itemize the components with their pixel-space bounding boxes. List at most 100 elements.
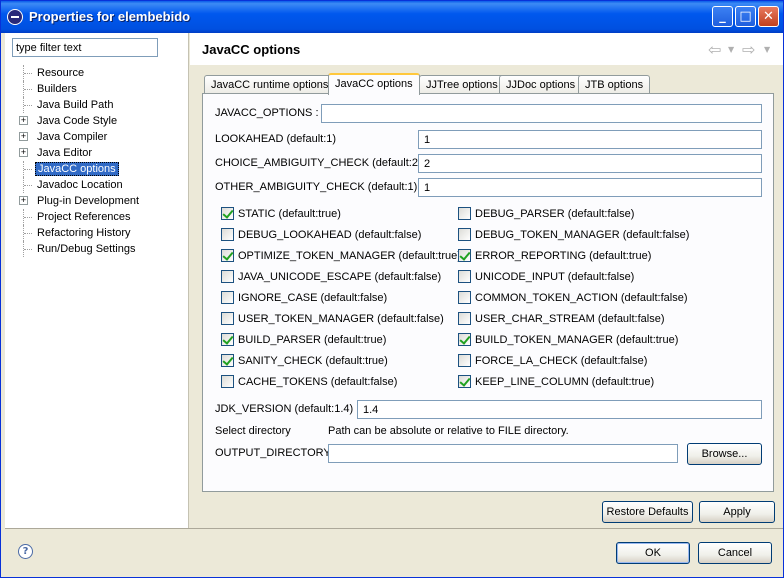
select-directory-label: Select directory: [215, 425, 291, 437]
eclipse-icon: [7, 9, 23, 25]
page-title: JavaCC options: [202, 42, 301, 57]
choice-ambiguity-label: CHOICE_AMBIGUITY_CHECK (default:2): [215, 157, 422, 169]
footer-separator: [5, 528, 783, 529]
tab-javacc-options[interactable]: JavaCC options: [328, 73, 420, 95]
ok-button[interactable]: OK: [616, 542, 690, 564]
checkbox-label: USER_TOKEN_MANAGER (default:false): [238, 313, 444, 325]
expand-icon[interactable]: +: [19, 132, 28, 141]
tree-item-label: Java Build Path: [37, 99, 114, 111]
checkbox-user-char-stream[interactable]: USER_CHAR_STREAM (default:false): [458, 312, 665, 328]
expand-icon[interactable]: +: [19, 196, 28, 205]
checkbox-build-parser[interactable]: BUILD_PARSER (default:true): [221, 333, 386, 349]
tree-item-plug-in-development[interactable]: + Plug-in Development: [5, 193, 189, 209]
lookahead-field[interactable]: [418, 130, 762, 149]
forward-arrow-icon[interactable]: ⇨: [742, 40, 755, 59]
checkbox-optimize-token-manager[interactable]: OPTIMIZE_TOKEN_MANAGER (default:true): [221, 249, 461, 265]
back-dropdown-icon[interactable]: ▼: [728, 45, 734, 54]
unchecked-box-icon[interactable]: [458, 312, 471, 325]
tree-connector: [24, 73, 32, 74]
checkbox-common-token-action[interactable]: COMMON_TOKEN_ACTION (default:false): [458, 291, 688, 307]
tab-javacc-runtime-options[interactable]: JavaCC runtime options: [204, 75, 336, 94]
checkbox-label: BUILD_TOKEN_MANAGER (default:true): [475, 334, 679, 346]
checkbox-sanity-check[interactable]: SANITY_CHECK (default:true): [221, 354, 388, 370]
unchecked-box-icon[interactable]: [221, 291, 234, 304]
jdk-version-field[interactable]: [357, 400, 762, 419]
maximize-button[interactable]: □: [735, 6, 756, 27]
checked-box-icon[interactable]: [221, 333, 234, 346]
checked-box-icon[interactable]: [221, 207, 234, 220]
checked-box-icon[interactable]: [221, 354, 234, 367]
checkbox-label: ERROR_REPORTING (default:true): [475, 250, 652, 262]
tree-item-java-build-path[interactable]: Java Build Path: [5, 97, 189, 113]
tree-item-label: Run/Debug Settings: [37, 243, 136, 255]
tree-item-label: Java Compiler: [37, 131, 108, 143]
tree-item-java-compiler[interactable]: + Java Compiler: [5, 129, 189, 145]
checkbox-label: COMMON_TOKEN_ACTION (default:false): [475, 292, 688, 304]
help-icon[interactable]: ?: [18, 544, 33, 559]
tree-item-run-debug-settings[interactable]: Run/Debug Settings: [5, 241, 189, 257]
choice-ambiguity-field[interactable]: [418, 154, 762, 173]
tree-item-javacc-options[interactable]: JavaCC options: [5, 161, 189, 177]
checkbox-cache-tokens[interactable]: CACHE_TOKENS (default:false): [221, 375, 397, 391]
checkbox-debug-parser[interactable]: DEBUG_PARSER (default:false): [458, 207, 634, 223]
tree-item-label: Project References: [37, 211, 131, 223]
output-directory-field[interactable]: [328, 444, 678, 463]
unchecked-box-icon[interactable]: [458, 291, 471, 304]
tab-jjtree-options[interactable]: JJTree options: [419, 75, 505, 94]
checkbox-keep-line-column[interactable]: KEEP_LINE_COLUMN (default:true): [458, 375, 654, 391]
checkbox-force-la-check[interactable]: FORCE_LA_CHECK (default:false): [458, 354, 647, 370]
checkbox-debug-token-manager[interactable]: DEBUG_TOKEN_MANAGER (default:false): [458, 228, 689, 244]
unchecked-box-icon[interactable]: [221, 375, 234, 388]
unchecked-box-icon[interactable]: [458, 354, 471, 367]
back-arrow-icon[interactable]: ⇦: [708, 40, 721, 59]
forward-dropdown-icon[interactable]: ▼: [764, 45, 770, 54]
preference-tree: Resource Builders Java Build Path + Java Cod…: [5, 65, 189, 257]
tree-item-javadoc-location[interactable]: Javadoc Location: [5, 177, 189, 193]
apply-button[interactable]: Apply: [699, 501, 775, 523]
tree-item-resource[interactable]: Resource: [5, 65, 189, 81]
tree-item-java-code-style[interactable]: + Java Code Style: [5, 113, 189, 129]
unchecked-box-icon[interactable]: [221, 312, 234, 325]
unchecked-box-icon[interactable]: [458, 228, 471, 241]
unchecked-box-icon[interactable]: [221, 228, 234, 241]
unchecked-box-icon[interactable]: [221, 270, 234, 283]
checkbox-label: DEBUG_LOOKAHEAD (default:false): [238, 229, 422, 241]
checkbox-static[interactable]: STATIC (default:true): [221, 207, 341, 223]
checkbox-ignore-case[interactable]: IGNORE_CASE (default:false): [221, 291, 387, 307]
expand-icon[interactable]: +: [19, 116, 28, 125]
checkbox-user-token-manager[interactable]: USER_TOKEN_MANAGER (default:false): [221, 312, 444, 328]
minimize-button[interactable]: _: [712, 6, 733, 27]
checkbox-debug-lookahead[interactable]: DEBUG_LOOKAHEAD (default:false): [221, 228, 421, 244]
tree-item-label: Resource: [37, 67, 85, 79]
checked-box-icon[interactable]: [458, 249, 471, 262]
tab-jtb-options[interactable]: JTB options: [578, 75, 651, 94]
checked-box-icon[interactable]: [458, 333, 471, 346]
checkbox-java-unicode-escape[interactable]: JAVA_UNICODE_ESCAPE (default:false): [221, 270, 441, 286]
checkbox-unicode-input[interactable]: UNICODE_INPUT (default:false): [458, 270, 634, 286]
checkbox-build-token-manager[interactable]: BUILD_TOKEN_MANAGER (default:true): [458, 333, 678, 349]
tree-item-refactoring-history[interactable]: Refactoring History: [5, 225, 189, 241]
unchecked-box-icon[interactable]: [458, 207, 471, 220]
checkbox-label: CACHE_TOKENS (default:false): [238, 376, 398, 388]
title-bar[interactable]: Properties for elembebido _ □ ✕: [1, 1, 783, 33]
other-ambiguity-field[interactable]: [418, 178, 762, 197]
checked-box-icon[interactable]: [458, 375, 471, 388]
close-button[interactable]: ✕: [758, 6, 779, 27]
browse-button[interactable]: Browse...: [687, 443, 762, 465]
tree-connector: [24, 233, 32, 234]
page-header: JavaCC options ⇦ ▼ ⇨ ▼: [190, 33, 783, 65]
expand-icon[interactable]: +: [19, 148, 28, 157]
tree-item-builders[interactable]: Builders: [5, 81, 189, 97]
tree-connector: [24, 89, 32, 90]
javacc-options-field[interactable]: [321, 104, 762, 123]
checked-box-icon[interactable]: [221, 249, 234, 262]
tree-item-java-editor[interactable]: + Java Editor: [5, 145, 189, 161]
cancel-button[interactable]: Cancel: [698, 542, 772, 564]
filter-input[interactable]: [12, 38, 158, 57]
restore-defaults-button[interactable]: Restore Defaults: [602, 501, 693, 523]
tree-item-project-references[interactable]: Project References: [5, 209, 189, 225]
tab-jjdoc-options[interactable]: JJDoc options: [499, 75, 583, 94]
tree-connector: [24, 185, 32, 186]
unchecked-box-icon[interactable]: [458, 270, 471, 283]
checkbox-error-reporting[interactable]: ERROR_REPORTING (default:true): [458, 249, 651, 265]
